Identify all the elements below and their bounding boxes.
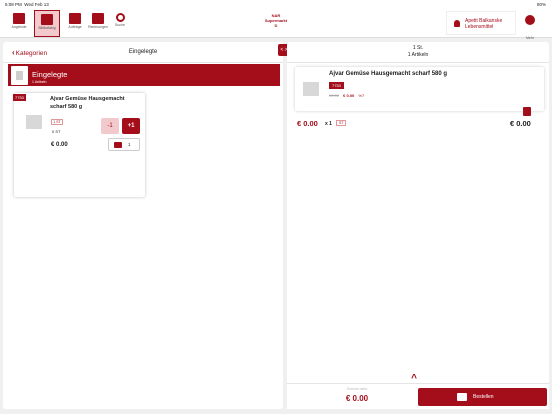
category-thumbnail	[11, 66, 28, 85]
brand-logo: NAR Supermarkt D	[264, 13, 288, 28]
nav-catalog[interactable]: Bildkatalog	[34, 10, 60, 37]
cart-count: 1	[128, 142, 131, 147]
order-item-image-placeholder	[303, 82, 319, 96]
back-to-categories-link[interactable]: ‹Kategorien	[12, 48, 47, 57]
customer-selector[interactable]: Apetit Balkanske Lebensmittel	[446, 11, 516, 35]
add-to-cart-button[interactable]: 1	[108, 138, 140, 151]
order-panel: 1 St. 1 Artikeln Ajvar Gemüse Hausgemach…	[287, 42, 549, 409]
line-price: € 0.00	[297, 119, 318, 128]
product-name: Ajvar Gemüse Hausgemacht scharf 580 g	[50, 96, 125, 110]
category-name: Eingelegte	[32, 70, 68, 79]
product-image-placeholder	[26, 115, 42, 129]
battery-level: 80%	[536, 2, 546, 7]
order-item-code-badge: 7753	[329, 82, 344, 89]
delivery-truck-icon	[69, 13, 81, 24]
basket-icon	[457, 393, 467, 401]
more-menu-button[interactable]: Mehr	[520, 13, 540, 44]
order-footer: ^ Summe netto € 0.00 Bestellen	[287, 374, 549, 409]
total-label: Summe netto	[346, 387, 368, 391]
catalog-grid-icon	[41, 14, 53, 25]
trash-icon[interactable]	[523, 107, 531, 116]
status-time: 5:08 PM Wed Feb 13	[5, 2, 49, 7]
chevron-left-icon: ‹	[12, 48, 15, 57]
order-quantity: 1 St.	[412, 45, 424, 51]
nav-offers[interactable]: Angebote	[6, 10, 32, 37]
product-quantity: 0 ST	[52, 129, 61, 134]
decrement-button[interactable]: -1	[101, 118, 119, 134]
user-icon	[454, 20, 460, 27]
line-total: € 0.00	[510, 119, 531, 128]
unit-badge: 1 ST	[51, 119, 63, 125]
order-item-count: 1 Artikeln	[407, 52, 429, 58]
order-line-item[interactable]: Ajvar Gemüse Hausgemacht scharf 580 g 77…	[295, 67, 544, 111]
catalog-header: ‹Kategorien Eingelegte	[3, 42, 283, 63]
product-price: € 0.00	[51, 142, 68, 148]
offers-icon	[13, 13, 25, 24]
customer-name: Apetit Balkanske Lebensmittel	[465, 18, 503, 30]
invoice-icon	[92, 13, 104, 24]
unit-price: € 0.00	[343, 93, 355, 98]
product-card[interactable]: 7753 Ajvar Gemüse Hausgemacht scharf 580…	[13, 93, 145, 197]
search-icon	[115, 13, 125, 22]
order-item-price-row: €0.00 € 0.00 %7	[329, 93, 364, 98]
increment-button[interactable]: +1	[122, 118, 140, 134]
line-unit-badge: ST	[336, 120, 347, 126]
catalog-title: Eingelegte	[128, 49, 158, 55]
discount-badge: %7	[358, 93, 365, 98]
order-item-name: Ajvar Gemüse Hausgemacht scharf 580 g	[329, 71, 448, 77]
order-button[interactable]: Bestellen	[418, 388, 547, 406]
gear-icon	[525, 15, 535, 25]
product-code-badge: 7753	[13, 94, 26, 101]
chevron-up-icon[interactable]: ^	[408, 374, 420, 384]
status-bar: 5:08 PM Wed Feb 13 80%	[0, 0, 552, 9]
basket-icon	[114, 142, 122, 148]
old-price: €0.00	[329, 93, 340, 98]
catalog-panel: ‹Kategorien Eingelegte Eingelegte 1 Arti…	[3, 42, 283, 409]
order-button-label: Bestellen	[473, 394, 494, 400]
top-nav-bar: Angebote Bildkatalog Aufträge Rechnungen…	[0, 9, 552, 40]
category-banner: Eingelegte 1 Artikeln	[8, 64, 280, 86]
total-value: € 0.00	[345, 394, 369, 403]
nav-search[interactable]: Suche	[107, 10, 133, 37]
line-multiplier: x 1	[325, 121, 332, 127]
category-count: 1 Artikeln	[32, 80, 47, 84]
order-header: 1 St. 1 Artikeln	[287, 42, 549, 63]
